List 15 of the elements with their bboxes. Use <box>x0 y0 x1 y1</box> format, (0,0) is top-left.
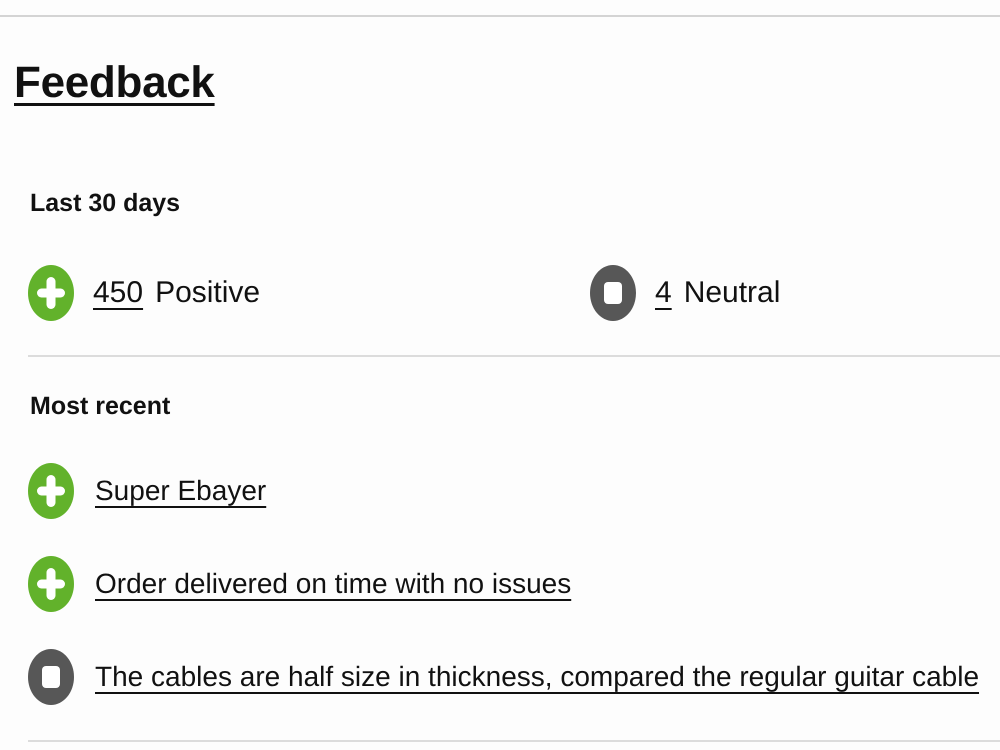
rating-count-link[interactable]: 4 <box>655 273 672 313</box>
square-circle-icon <box>28 649 74 705</box>
square-circle-icon <box>590 265 636 321</box>
plus-circle-icon <box>28 463 74 519</box>
section-title: Last 30 days <box>30 188 180 219</box>
section-title: Most recent <box>30 391 170 422</box>
rating-count-link[interactable]: 450 <box>93 273 144 313</box>
rating-label: Neutral <box>684 275 780 311</box>
page-title: Feedback <box>14 57 215 109</box>
plus-circle-icon <box>28 265 74 321</box>
feedback-link[interactable]: Super Ebayer <box>95 471 266 511</box>
rating-label: Positive <box>155 275 260 311</box>
plus-circle-icon <box>28 556 74 612</box>
feedback-link[interactable]: The cables are half size in thickness, compared the regular guitar cable <box>95 657 980 697</box>
feedback-link[interactable]: Order delivered on time with no issues <box>95 564 572 604</box>
